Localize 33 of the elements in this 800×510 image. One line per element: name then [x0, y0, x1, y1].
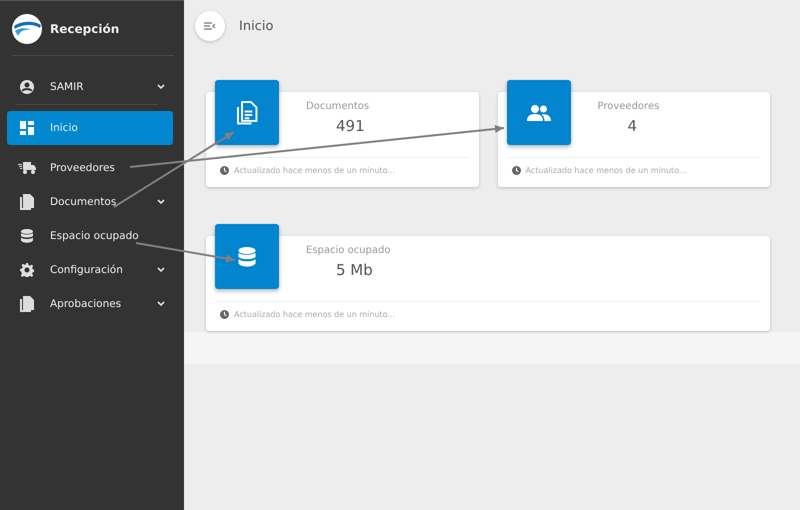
database-icon: [238, 246, 256, 266]
brand-name: Recepción: [50, 22, 120, 36]
user-menu[interactable]: SAMIR: [7, 70, 173, 104]
logo-icon: [12, 14, 42, 44]
sidebar-item[interactable]: Aprobaciones: [7, 287, 173, 321]
user-icon: [20, 80, 34, 94]
database-icon: [21, 229, 33, 243]
card-value: 5 Mb: [336, 261, 373, 279]
card-title: Proveedores: [598, 101, 660, 112]
sidebar-item[interactable]: Espacio ocupado: [7, 219, 173, 253]
card-value: 491: [336, 117, 365, 135]
dashboard-icon: [20, 121, 34, 135]
clock-icon: [220, 310, 229, 319]
sidebar-item[interactable]: Documentos: [7, 185, 173, 219]
gear-icon: [20, 263, 34, 277]
menu-icon: [204, 22, 216, 30]
people-icon: [526, 104, 550, 120]
documents-icon: [20, 194, 34, 210]
clock-icon: [512, 166, 520, 175]
card-value: 4: [628, 117, 638, 135]
documents-icon: [20, 296, 34, 312]
page-title: Inicio: [239, 18, 274, 34]
clock-icon: [220, 166, 229, 175]
card-footer-text: Actualizado hace menos de un minuto...: [526, 166, 687, 175]
card-footer-text: Actualizado hace menos de un minuto...: [234, 310, 396, 319]
menu-toggle-button[interactable]: [195, 11, 225, 41]
truck-icon: [18, 162, 36, 174]
card-title: Documentos: [306, 101, 370, 112]
sidebar-item[interactable]: Proveedores: [7, 151, 173, 185]
card-title: Espacio ocupado: [306, 245, 390, 256]
documents-icon: [236, 100, 258, 124]
sidebar-item[interactable]: Configuración: [7, 253, 173, 287]
card-footer-text: Actualizado hace menos de un minuto...: [234, 166, 396, 175]
